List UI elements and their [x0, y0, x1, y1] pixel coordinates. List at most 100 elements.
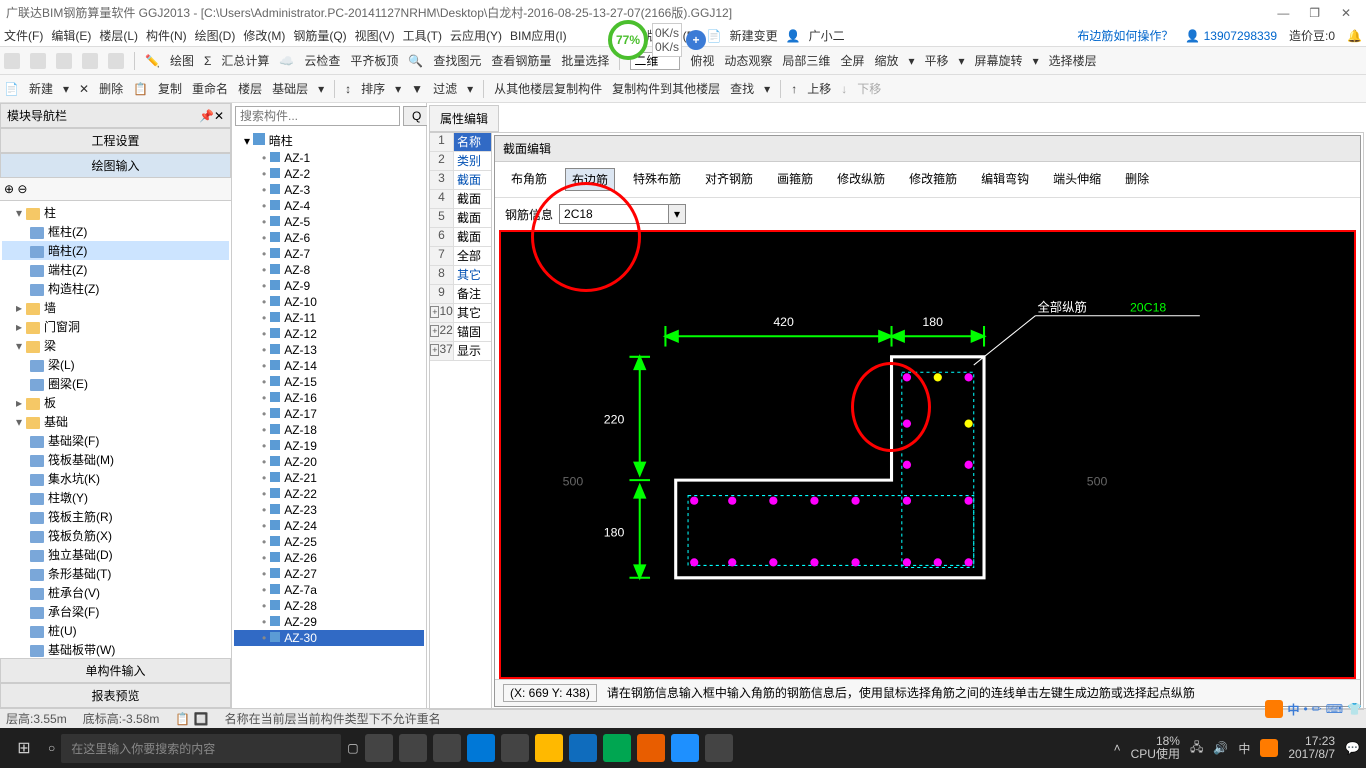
- menu-draw[interactable]: 绘图(D): [195, 27, 236, 44]
- prop-row[interactable]: 2类别: [430, 152, 491, 171]
- tree-item[interactable]: ▸板: [2, 393, 229, 412]
- nav-section-single[interactable]: 单构件输入: [0, 658, 231, 683]
- tray-volume-icon[interactable]: 🔊: [1213, 741, 1228, 755]
- tb-local3d[interactable]: 局部三维: [782, 52, 830, 69]
- tb-cloud-check[interactable]: 云检查: [304, 52, 340, 69]
- component-item[interactable]: •AZ-8: [234, 262, 424, 278]
- component-item[interactable]: •AZ-30: [234, 630, 424, 646]
- tree-item[interactable]: 集水坑(K): [2, 469, 229, 488]
- nav-pin-icon[interactable]: 📌: [199, 109, 214, 123]
- menu-bim[interactable]: BIM应用(I): [510, 27, 567, 44]
- prop-row[interactable]: 5截面: [430, 209, 491, 228]
- tb-app-7[interactable]: [671, 734, 699, 762]
- search-input[interactable]: [235, 106, 400, 126]
- tb-app-8[interactable]: [705, 734, 733, 762]
- tree-item[interactable]: ▸门窗洞: [2, 317, 229, 336]
- component-item[interactable]: •AZ-2: [234, 166, 424, 182]
- component-item[interactable]: •AZ-23: [234, 502, 424, 518]
- component-item[interactable]: •AZ-27: [234, 566, 424, 582]
- tree-item[interactable]: 独立基础(D): [2, 545, 229, 564]
- undo-icon[interactable]: [82, 53, 98, 69]
- prop-row[interactable]: 1名称: [430, 133, 491, 152]
- assistant[interactable]: 广小二: [809, 27, 845, 44]
- component-item[interactable]: •AZ-18: [234, 422, 424, 438]
- tree-item[interactable]: 筏板主筋(R): [2, 507, 229, 526]
- component-item[interactable]: •AZ-6: [234, 230, 424, 246]
- component-item[interactable]: •AZ-14: [234, 358, 424, 374]
- sogou-icon[interactable]: [1265, 700, 1283, 718]
- tb-explorer[interactable]: [535, 734, 563, 762]
- nav-section-report[interactable]: 报表预览: [0, 683, 231, 708]
- minimize-button[interactable]: —: [1269, 6, 1297, 20]
- start-button[interactable]: ⊞: [6, 738, 42, 758]
- nav-tree[interactable]: ▾柱框柱(Z)暗柱(Z)端柱(Z)构造柱(Z)▸墙▸门窗洞▾梁梁(L)圈梁(E)…: [0, 201, 231, 658]
- ime-zhong[interactable]: 中: [1287, 701, 1299, 718]
- component-item[interactable]: •AZ-7: [234, 246, 424, 262]
- property-grid[interactable]: 1名称2类别3截面4截面5截面6截面7全部8其它9备注+10其它+22锚固+37…: [430, 133, 492, 709]
- prop-row[interactable]: 6截面: [430, 228, 491, 247]
- tb-fullscreen[interactable]: 全屏: [840, 52, 864, 69]
- tb-app-3[interactable]: [433, 734, 461, 762]
- component-item[interactable]: •AZ-7a: [234, 582, 424, 598]
- component-item[interactable]: •AZ-15: [234, 374, 424, 390]
- user-phone[interactable]: 13907298339: [1204, 29, 1277, 43]
- tb-store[interactable]: [501, 734, 529, 762]
- component-item[interactable]: •AZ-20: [234, 454, 424, 470]
- prop-row[interactable]: +10其它: [430, 304, 491, 323]
- mid-root[interactable]: ▾ 暗柱: [234, 131, 424, 150]
- tb-find[interactable]: 查找图元: [433, 52, 481, 69]
- bell-icon[interactable]: 🔔: [1347, 29, 1362, 43]
- tree-item[interactable]: 承台梁(F): [2, 602, 229, 621]
- component-item[interactable]: •AZ-28: [234, 598, 424, 614]
- prop-row[interactable]: 4截面: [430, 190, 491, 209]
- clock[interactable]: 17:232017/8/7: [1288, 735, 1335, 761]
- component-item[interactable]: •AZ-10: [234, 294, 424, 310]
- prop-row[interactable]: 7全部: [430, 247, 491, 266]
- menu-edit[interactable]: 编辑(E): [51, 27, 91, 44]
- tree-item[interactable]: ▾梁: [2, 336, 229, 355]
- tb2-copy-to[interactable]: 复制构件到其他楼层: [612, 80, 720, 97]
- menu-rebar[interactable]: 钢筋量(Q): [293, 27, 346, 44]
- component-item[interactable]: •AZ-22: [234, 486, 424, 502]
- nav-section-draw[interactable]: 绘图输入: [0, 153, 231, 178]
- tray-ime-icon[interactable]: 中: [1238, 740, 1250, 757]
- tree-item[interactable]: 筏板基础(M): [2, 450, 229, 469]
- tb2-filter[interactable]: 过滤: [433, 80, 457, 97]
- tb-app-1[interactable]: [365, 734, 393, 762]
- tb2-new[interactable]: 新建: [29, 80, 53, 97]
- component-item[interactable]: •AZ-21: [234, 470, 424, 486]
- tree-item[interactable]: 构造柱(Z): [2, 279, 229, 298]
- component-item[interactable]: •AZ-3: [234, 182, 424, 198]
- tb2-copy[interactable]: 复制: [158, 80, 182, 97]
- maximize-button[interactable]: ❐: [1301, 6, 1329, 20]
- section-tab[interactable]: 画箍筋: [771, 168, 819, 191]
- tb-select-floor[interactable]: 选择楼层: [1049, 52, 1097, 69]
- notifications-icon[interactable]: 💬: [1345, 741, 1360, 755]
- cortana-icon[interactable]: ○: [48, 741, 55, 755]
- tb2-sort[interactable]: 排序: [361, 80, 385, 97]
- cpu-meter[interactable]: 18%CPU使用: [1131, 735, 1180, 761]
- open-icon[interactable]: [30, 53, 46, 69]
- component-tree[interactable]: ▾ 暗柱•AZ-1•AZ-2•AZ-3•AZ-4•AZ-5•AZ-6•AZ-7•…: [232, 129, 426, 708]
- tb2-floor[interactable]: 楼层: [238, 80, 262, 97]
- menu-component[interactable]: 构件(N): [146, 27, 187, 44]
- prop-row[interactable]: 3截面: [430, 171, 491, 190]
- tree-item[interactable]: ▸墙: [2, 298, 229, 317]
- component-item[interactable]: •AZ-5: [234, 214, 424, 230]
- component-item[interactable]: •AZ-1: [234, 150, 424, 166]
- component-item[interactable]: •AZ-16: [234, 390, 424, 406]
- tb2-delete[interactable]: 删除: [99, 80, 123, 97]
- tb-orbit[interactable]: 动态观察: [724, 52, 772, 69]
- tb-app-5[interactable]: [603, 734, 631, 762]
- tb-view-rebar[interactable]: 查看钢筋量: [491, 52, 551, 69]
- tb-app-2[interactable]: [399, 734, 427, 762]
- tree-item[interactable]: ▾基础: [2, 412, 229, 431]
- tb-pan[interactable]: 平移: [925, 52, 949, 69]
- component-item[interactable]: •AZ-29: [234, 614, 424, 630]
- rebar-dropdown-icon[interactable]: ▾: [669, 204, 686, 224]
- tb-app-6[interactable]: [637, 734, 665, 762]
- tb-app-4[interactable]: [569, 734, 597, 762]
- tray-up-icon[interactable]: ˄: [1114, 741, 1121, 755]
- perf-percent[interactable]: 77%: [608, 20, 648, 60]
- tree-item[interactable]: 圈梁(E): [2, 374, 229, 393]
